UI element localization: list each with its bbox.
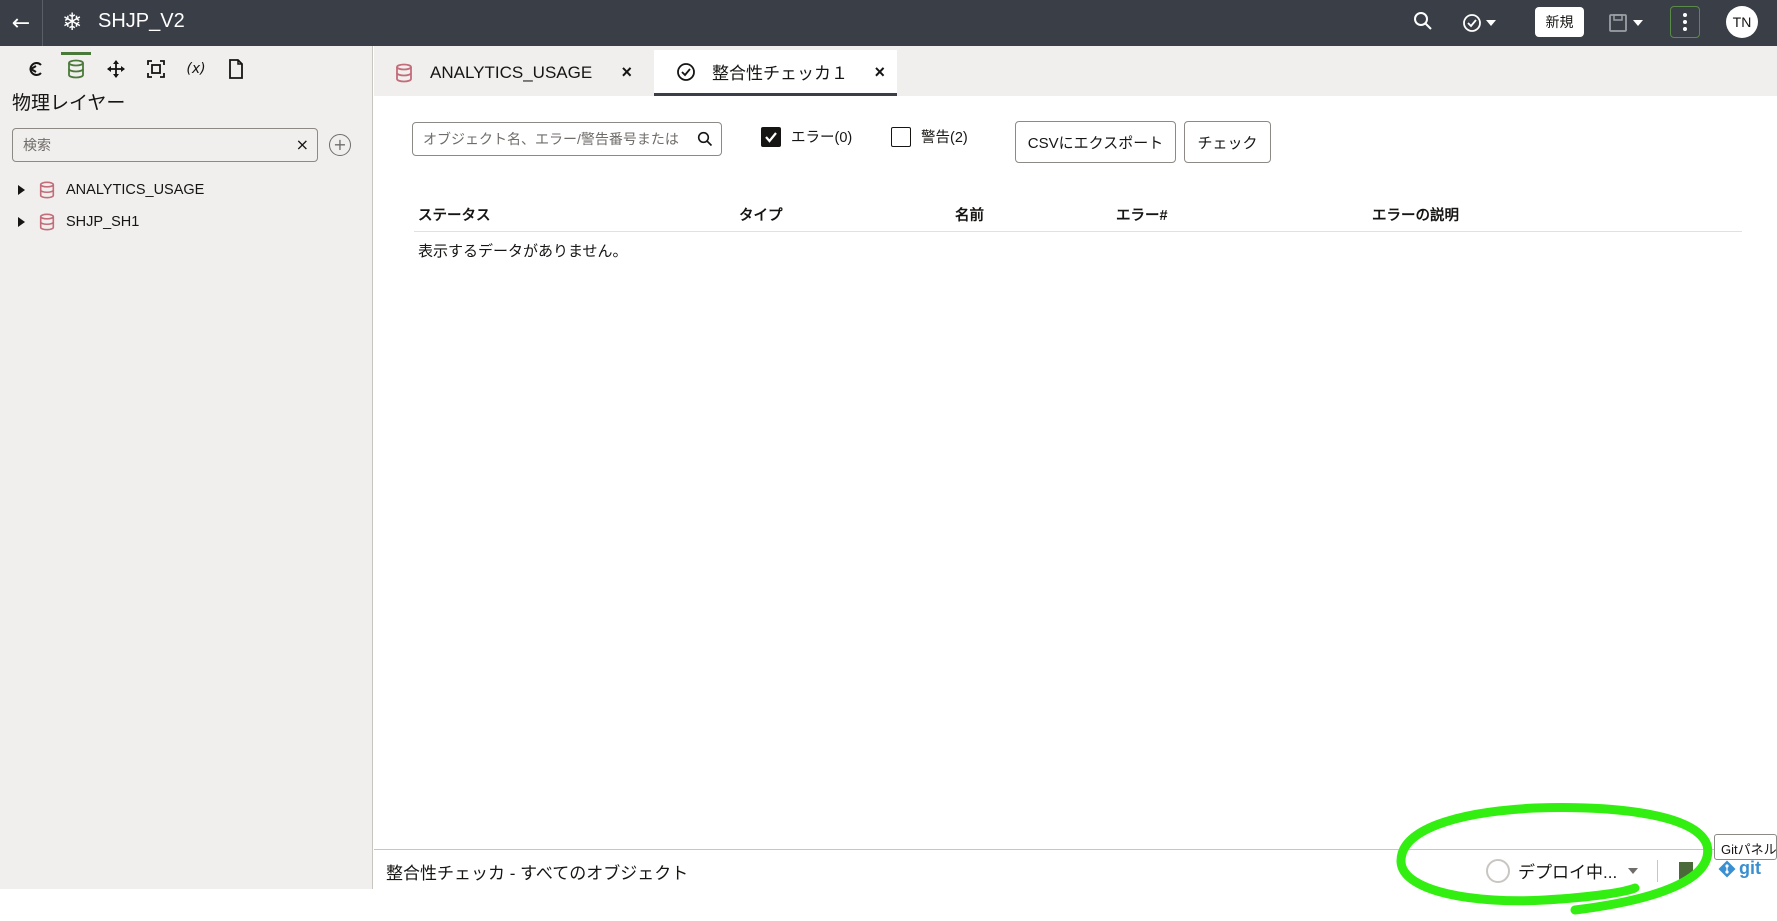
filter-field (412, 122, 722, 156)
close-icon[interactable]: × (874, 62, 885, 83)
tree-item-label: SHJP_SH1 (66, 214, 140, 230)
database-tool-button[interactable] (56, 52, 96, 84)
checkbox-checked[interactable] (761, 126, 781, 147)
document-tool-button[interactable] (216, 54, 256, 84)
status-divider (1657, 860, 1658, 882)
caret-right-icon[interactable] (16, 185, 26, 195)
column-header-name[interactable]: 名前 (955, 204, 984, 225)
app-title: SHJP_V2 (98, 10, 185, 32)
new-button[interactable]: 新規 (1535, 7, 1584, 37)
top-header: ← ❄ SHJP_V2 新規 TN (0, 0, 1777, 46)
git-panel-tooltip: Gitパネル (1714, 834, 1777, 860)
panel-toolbar: (x) (16, 52, 256, 84)
panel-title: 物理レイヤー (12, 92, 126, 114)
warnings-checkbox-label: 警告(2) (921, 130, 968, 146)
app-logo-icon: ❄ (62, 8, 83, 36)
check-button[interactable]: チェック (1184, 121, 1271, 163)
physical-layer-tree: ANALYTICS_USAGE SHJP_SH1 (12, 174, 362, 238)
deploy-status-label: デプロイ中... (1518, 863, 1618, 882)
tab-label: 整合性チェッカ１ (712, 64, 848, 83)
deploy-status-menu[interactable]: デプロイ中... (1486, 858, 1639, 883)
database-icon (39, 213, 55, 231)
tab-bar: ANALYTICS_USAGE × 整合性チェッカ１ × (374, 46, 1777, 96)
refresh-icon (29, 62, 42, 76)
status-text: 整合性チェッカ - すべてのオブジェクト (386, 864, 689, 883)
move-tool-button[interactable] (96, 54, 136, 84)
database-icon (68, 59, 84, 79)
database-icon (396, 63, 412, 83)
empty-table-message: 表示するデータがありません。 (418, 243, 628, 260)
user-avatar[interactable]: TN (1726, 6, 1758, 38)
export-csv-button[interactable]: CSVにエクスポート (1015, 121, 1176, 163)
deploy-spinner-icon (1486, 858, 1510, 883)
back-button[interactable]: ← (0, 0, 43, 46)
chevron-down-icon (1628, 867, 1639, 874)
back-arrow-icon: ← (11, 10, 31, 36)
clear-icon[interactable]: × (296, 135, 309, 154)
more-menu-button[interactable] (1670, 6, 1700, 38)
database-icon (39, 181, 55, 199)
filter-input[interactable] (413, 123, 693, 155)
column-header-status[interactable]: ステータス (418, 204, 491, 225)
chevron-down-icon (1633, 20, 1643, 26)
frame-icon (147, 60, 165, 78)
table-header: ステータス タイプ 名前 エラー# エラーの説明 (414, 196, 1742, 232)
panel-search-input[interactable] (13, 129, 273, 161)
caret-right-icon[interactable] (16, 217, 26, 227)
move-icon (107, 60, 125, 78)
column-header-error-number[interactable]: エラー# (1116, 204, 1168, 225)
git-icon (1718, 860, 1736, 877)
frame-tool-button[interactable] (136, 54, 176, 84)
tab-label: ANALYTICS_USAGE (430, 63, 593, 82)
warnings-checkbox[interactable]: 警告(2) (891, 126, 968, 147)
tab-analytics-usage[interactable]: ANALYTICS_USAGE × (394, 50, 644, 96)
header-save-menu[interactable] (1608, 10, 1650, 36)
checkmark-icon (765, 131, 777, 143)
physical-layer-panel: (x) 物理レイヤー × + ANALYTICS_USAGE SHJP_SH1 (0, 46, 373, 889)
search-icon (697, 131, 713, 147)
header-search-button[interactable] (1413, 8, 1439, 36)
column-header-type[interactable]: タイプ (739, 204, 783, 225)
checkbox-unchecked[interactable] (891, 126, 911, 147)
tree-item-shjp-sh1[interactable]: SHJP_SH1 (12, 206, 362, 238)
close-icon[interactable]: × (621, 62, 632, 83)
errors-checkbox-label: エラー(0) (791, 130, 853, 146)
search-icon (1414, 12, 1432, 30)
errors-checkbox[interactable]: エラー(0) (761, 126, 852, 147)
column-header-error-description[interactable]: エラーの説明 (1372, 204, 1459, 225)
check-circle-icon (1463, 14, 1481, 32)
add-icon: + (333, 135, 347, 154)
header-check-menu[interactable] (1462, 10, 1502, 36)
add-button[interactable]: + (329, 134, 351, 156)
tree-item-label: ANALYTICS_USAGE (66, 182, 205, 198)
tree-item-analytics-usage[interactable]: ANALYTICS_USAGE (12, 174, 362, 206)
results-table: ステータス タイプ 名前 エラー# エラーの説明 表示するデータがありません。 (414, 196, 1742, 260)
chevron-down-icon (1486, 20, 1496, 26)
panel-search: × (12, 128, 318, 162)
git-label: git (1739, 858, 1761, 878)
refresh-tool-button[interactable] (16, 54, 56, 84)
variable-tool-button[interactable]: (x) (176, 54, 216, 84)
consistency-checker-content: エラー(0) 警告(2) CSVにエクスポート チェック ステータス タイプ 名… (374, 96, 1777, 849)
variable-icon: (x) (186, 61, 206, 77)
more-vertical-icon (1683, 13, 1687, 31)
panel-toggle-icon[interactable] (1679, 862, 1693, 880)
tab-consistency-checker[interactable]: 整合性チェッカ１ × (654, 50, 897, 96)
git-panel-button[interactable]: git (1718, 858, 1761, 879)
status-bar: 整合性チェッカ - すべてのオブジェクト デプロイ中... git (374, 849, 1777, 889)
check-circle-icon (677, 62, 695, 81)
save-icon (1609, 14, 1627, 32)
document-icon (229, 59, 243, 79)
